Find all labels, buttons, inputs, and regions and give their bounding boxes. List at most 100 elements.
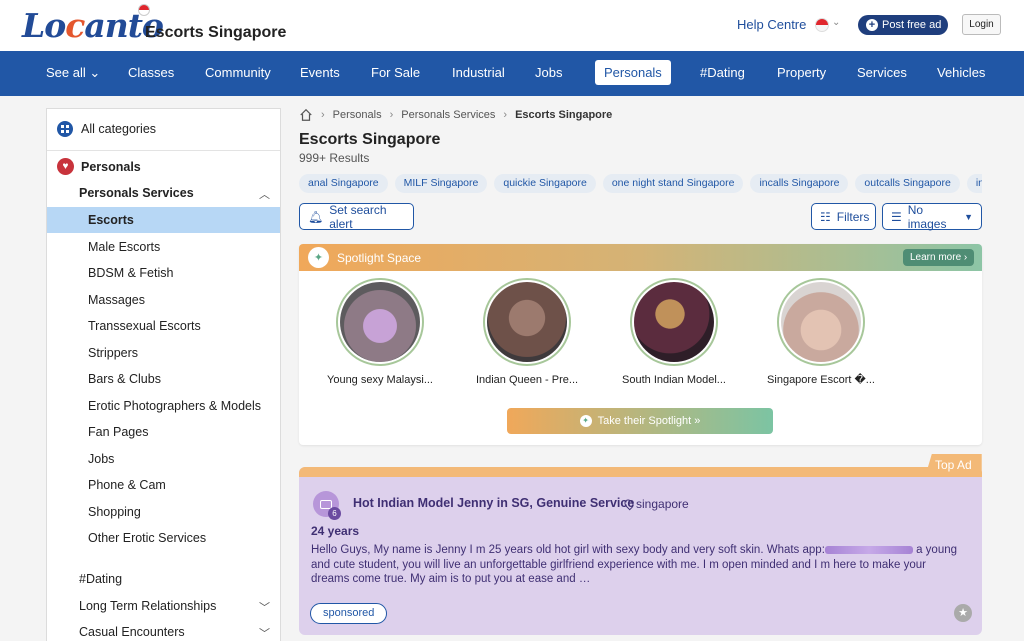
sidebar-item-other-erotic[interactable]: Other Erotic Services xyxy=(88,531,321,545)
spotlight-profile[interactable]: Young sexy Malaysi... xyxy=(320,278,440,387)
profile-name: South Indian Model... xyxy=(622,374,726,386)
set-search-alert-label: Set search alert xyxy=(329,202,387,231)
sidebar-item-strippers[interactable]: Strippers xyxy=(88,346,321,360)
chevron-up-icon[interactable]: ︿ xyxy=(259,186,270,202)
no-images-dropdown[interactable]: ☰ No images ▼ xyxy=(882,202,982,231)
chevron-right-icon: › xyxy=(503,109,508,121)
sidebar-category-long-term[interactable]: Long Term Relationships xyxy=(79,599,312,613)
nav-vehicles[interactable]: Vehicles xyxy=(937,65,985,80)
star-icon[interactable]: ★ xyxy=(954,604,972,622)
nav-community[interactable]: Community xyxy=(205,65,271,80)
chevron-down-icon[interactable]: ⌄ xyxy=(832,17,840,28)
sidebar-category-dating[interactable]: #Dating xyxy=(79,572,312,586)
chip-incalls[interactable]: incalls Singapore xyxy=(750,174,849,193)
photo-count-badge: 6 xyxy=(328,507,341,520)
page-title: Escorts Singapore xyxy=(299,131,441,148)
nav-dating[interactable]: #Dating xyxy=(700,65,745,80)
sidebar-item-shopping[interactable]: Shopping xyxy=(88,505,321,519)
breadcrumb: › Personals › Personals Services › Escor… xyxy=(299,108,612,122)
chip-milf[interactable]: MILF Singapore xyxy=(394,174,488,193)
country-flag-icon[interactable] xyxy=(815,18,829,32)
sidebar-item-fan-pages[interactable]: Fan Pages xyxy=(88,425,321,439)
login-button[interactable]: Login xyxy=(962,14,1001,35)
ad-location: singapore xyxy=(622,497,689,511)
chip-outcalls[interactable]: outcalls Singapore xyxy=(855,174,960,193)
spotlight-profile[interactable]: Indian Queen - Pre... xyxy=(467,278,587,387)
caret-down-icon: ▼ xyxy=(964,211,973,222)
nav-services[interactable]: Services xyxy=(857,65,907,80)
learn-more-button[interactable]: Learn more › xyxy=(903,249,975,266)
chevron-down-icon: ⌄ xyxy=(89,65,101,80)
sidebar-personals[interactable]: ♥ Personals xyxy=(57,158,290,175)
sidebar-item-transsexual-escorts[interactable]: Transsexual Escorts xyxy=(88,319,321,333)
chevron-down-icon[interactable]: ﹀ xyxy=(259,599,270,615)
breadcrumb-personals-services[interactable]: Personals Services xyxy=(401,109,495,121)
profile-name: Indian Queen - Pre... xyxy=(475,374,579,386)
top-ad-badge: Top Ad xyxy=(925,454,982,477)
breadcrumb-current: Escorts Singapore xyxy=(515,109,613,121)
category-sidebar: All categories ♥ Personals Personals Ser… xyxy=(46,108,281,641)
sidebar-item-phone-cam[interactable]: Phone & Cam xyxy=(88,478,321,492)
sliders-icon: ☷ xyxy=(820,209,831,224)
chip-quickie[interactable]: quickie Singapore xyxy=(494,174,596,193)
sidebar-item-erotic-photographers[interactable]: Erotic Photographers & Models xyxy=(88,399,321,413)
avatar xyxy=(336,278,424,366)
take-spotlight-label: Take their Spotlight » xyxy=(597,415,701,427)
top-header: Locanto Escorts Singapore Help Centre ⌄ … xyxy=(0,0,1024,51)
ad-title[interactable]: Hot Indian Model Jenny in SG, Genuine Se… xyxy=(353,496,634,510)
chevron-right-icon: › xyxy=(321,109,325,121)
sort-icon: ☰ xyxy=(891,209,902,224)
nav-industrial[interactable]: Industrial xyxy=(452,65,505,80)
sidebar-personals-services[interactable]: Personals Services xyxy=(79,186,312,200)
all-categories-link[interactable]: All categories xyxy=(57,121,290,137)
post-free-ad-label: Post free ad xyxy=(882,19,942,31)
ad-top-band xyxy=(299,467,982,477)
help-centre-link[interactable]: Help Centre xyxy=(737,17,806,32)
sidebar-item-bars-clubs[interactable]: Bars & Clubs xyxy=(88,372,321,386)
take-spotlight-button[interactable]: ✦ Take their Spotlight » xyxy=(507,408,773,434)
filters-button[interactable]: ☷ Filters xyxy=(811,203,876,230)
chevron-down-icon[interactable]: ﹀ xyxy=(259,625,270,641)
nav-property[interactable]: Property xyxy=(777,65,826,80)
avatar xyxy=(777,278,865,366)
nav-for-sale[interactable]: For Sale xyxy=(371,65,420,80)
spotlight-profile[interactable]: South Indian Model... xyxy=(614,278,734,387)
results-count: 999+ Results xyxy=(299,151,370,165)
nav-classes[interactable]: Classes xyxy=(128,65,174,80)
set-search-alert-button[interactable]: 🔔︎ Set search alert xyxy=(299,202,414,231)
top-ad-card[interactable]: Top Ad 6 Hot Indian Model Jenny in SG, G… xyxy=(299,454,982,635)
chip-independent[interactable]: indep xyxy=(966,174,982,193)
sidebar-item-male-escorts[interactable]: Male Escorts xyxy=(88,240,321,254)
ad-location-text: singapore xyxy=(636,497,689,511)
sponsored-badge: sponsored xyxy=(310,603,388,624)
sidebar-item-escorts[interactable]: Escorts xyxy=(88,213,321,227)
spotlight-profile[interactable]: Singapore Escort �... xyxy=(761,278,881,387)
chip-anal[interactable]: anal Singapore xyxy=(299,174,388,193)
sidebar-item-jobs[interactable]: Jobs xyxy=(88,452,321,466)
bell-icon: 🔔︎ xyxy=(308,209,324,224)
sidebar-category-casual[interactable]: Casual Encounters xyxy=(79,625,312,639)
spotlight-header: ✦ Spotlight Space Learn more › xyxy=(299,244,982,271)
nav-personals[interactable]: Personals xyxy=(595,60,671,85)
all-categories-label: All categories xyxy=(81,122,157,136)
spotlight-title: Spotlight Space xyxy=(337,251,422,265)
nav-see-all[interactable]: See all ⌄ xyxy=(46,65,100,81)
avatar xyxy=(630,278,718,366)
chevron-right-icon: › xyxy=(389,109,394,121)
breadcrumb-personals[interactable]: Personals xyxy=(333,109,382,121)
heart-icon: ♥ xyxy=(57,158,74,175)
nav-jobs[interactable]: Jobs xyxy=(535,65,562,80)
filters-label: Filters xyxy=(836,209,870,224)
post-free-ad-button[interactable]: + Post free ad xyxy=(858,15,948,35)
singapore-flag-icon xyxy=(138,4,150,16)
spotlight-panel: ✦ Spotlight Space Learn more › Young sex… xyxy=(299,244,982,445)
sidebar-item-bdsm[interactable]: BDSM & Fetish xyxy=(88,266,321,280)
spotlight-icon: ✦ xyxy=(579,415,592,427)
redacted-phone xyxy=(824,545,913,554)
home-icon[interactable] xyxy=(299,108,313,122)
chip-one-night-stand[interactable]: one night stand Singapore xyxy=(602,174,744,193)
nav-events[interactable]: Events xyxy=(300,65,340,80)
sidebar-item-massages[interactable]: Massages xyxy=(88,293,321,307)
no-images-label: No images xyxy=(907,202,947,231)
ad-age: 24 years xyxy=(311,524,360,538)
